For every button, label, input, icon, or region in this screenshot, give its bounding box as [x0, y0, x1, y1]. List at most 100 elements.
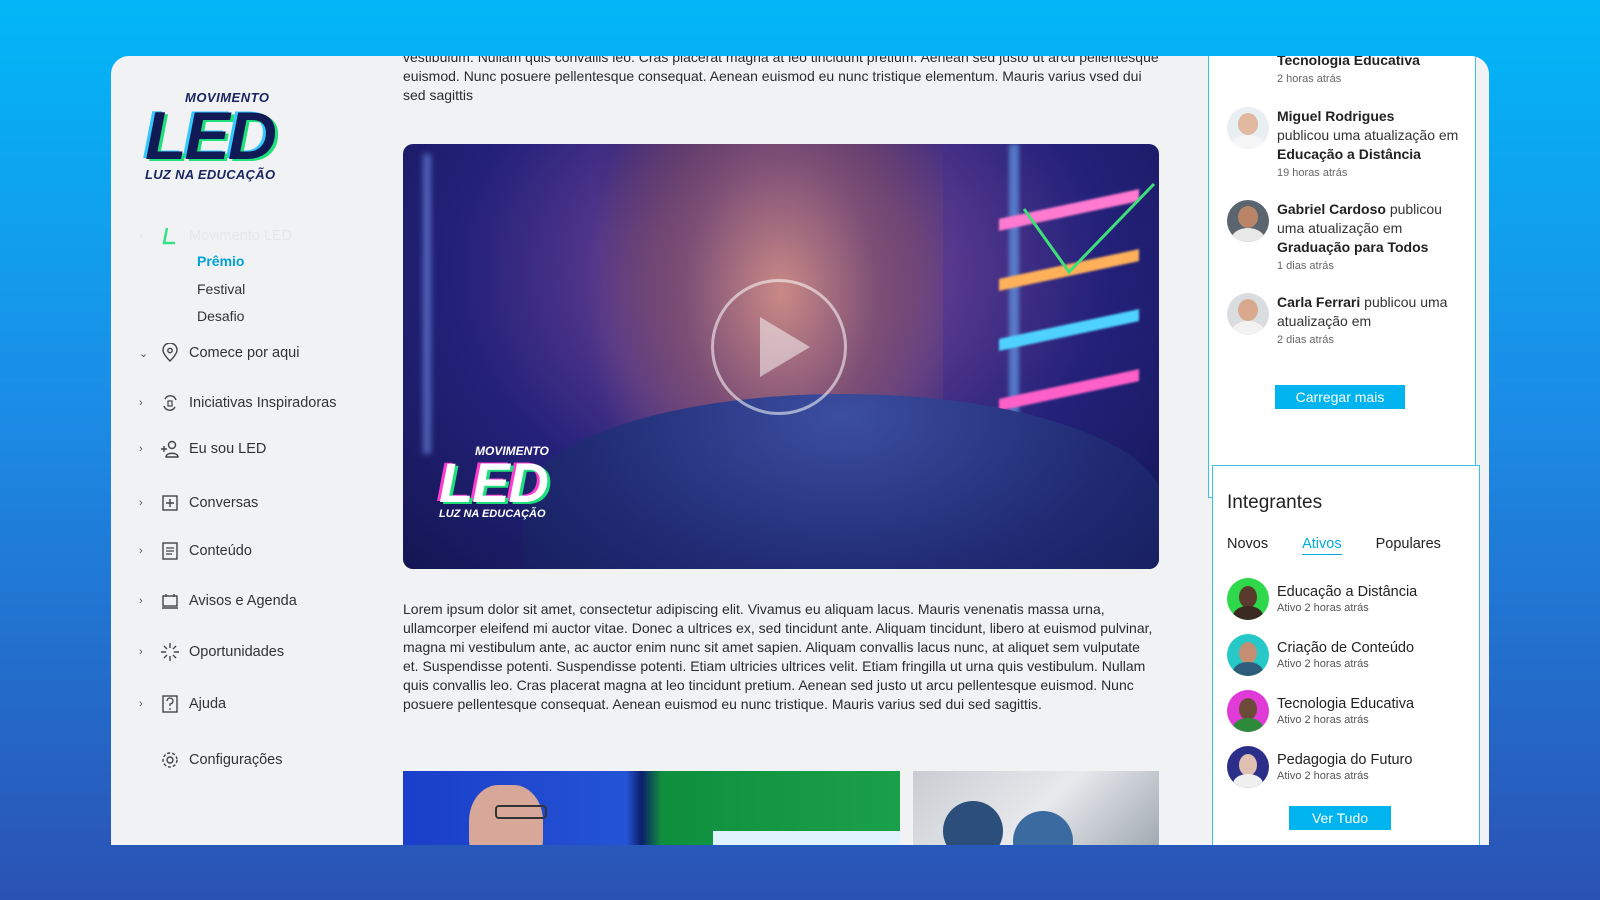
play-icon — [760, 317, 810, 377]
avatar[interactable] — [1227, 690, 1269, 732]
tab-novos[interactable]: Novos — [1227, 536, 1268, 555]
avatar[interactable] — [1227, 634, 1269, 676]
sidebar-item-label: Iniciativas Inspiradoras — [189, 395, 337, 411]
member-status: Ativo 2 horas atrás — [1277, 770, 1369, 782]
member-item[interactable]: Educação a Distância Ativo 2 horas atrás — [1227, 578, 1417, 620]
video-led-logo: MOVIMENTO LED LUZ NA EDUCAÇÃO — [439, 444, 549, 520]
members-title: Integrantes — [1227, 492, 1323, 513]
sidebar-item-avisos-agenda[interactable]: › Avisos e Agenda — [139, 589, 297, 613]
map-pin-icon — [159, 342, 181, 364]
video-logo-main: LED — [439, 451, 549, 514]
movimento-led-logo[interactable]: MOVIMENTO LED LUZ NA EDUCAÇÃO — [145, 90, 305, 182]
member-item[interactable]: Pedagogia do Futuro Ativo 2 horas atrás — [1227, 746, 1412, 788]
avatar[interactable] — [1227, 293, 1269, 335]
sidebar-item-conteudo[interactable]: › Conteúdo — [139, 539, 252, 563]
member-item[interactable]: Criação de Conteúdo Ativo 2 horas atrás — [1227, 634, 1414, 676]
feed-time: 1 dias atrás — [1277, 260, 1334, 272]
sidebar-subitem-premio[interactable]: Prêmio — [197, 253, 244, 269]
check-decoration-icon — [1022, 182, 1156, 275]
avatar[interactable] — [1227, 746, 1269, 788]
feed-item[interactable]: Miguel Rodrigues publicou uma atualizaçã… — [1227, 107, 1467, 179]
member-status: Ativo 2 horas atrás — [1277, 658, 1369, 670]
calendar-icon — [159, 590, 181, 612]
chevron-right-icon: › — [139, 545, 143, 557]
body-paragraph: Lorem ipsum dolor sit amet, consectetur … — [403, 601, 1153, 712]
sidebar-item-label: Ajuda — [189, 696, 227, 712]
led-logo-icon — [159, 225, 181, 247]
member-name: Criação de Conteúdo — [1277, 640, 1415, 656]
video-logo-bottom: LUZ NA EDUCAÇÃO — [439, 508, 546, 520]
member-name: Pedagogia do Futuro — [1277, 752, 1413, 768]
chevron-right-icon: › — [139, 443, 143, 455]
feed-item[interactable]: Tecnologia Educativa 2 horas atrás — [1227, 56, 1467, 93]
member-name: Educação a Distância — [1277, 584, 1418, 600]
chevron-right-icon: › — [139, 497, 143, 509]
feed-time: 2 horas atrás — [1277, 73, 1342, 85]
sidebar-item-ajuda[interactable]: › Ajuda — [139, 692, 226, 716]
chevron-right-icon: › — [139, 230, 143, 242]
sidebar-item-movimento-led[interactable]: › Movimento LED — [139, 224, 292, 248]
video-background — [423, 154, 431, 454]
sidebar: MOVIMENTO LED LUZ NA EDUCAÇÃO › Moviment… — [111, 56, 381, 845]
sidebar-item-comece-por-aqui[interactable]: ⌄ Comece por aqui — [139, 341, 299, 365]
load-more-button[interactable]: Carregar mais — [1275, 385, 1405, 409]
avatar[interactable] — [1227, 200, 1269, 242]
play-button[interactable] — [711, 279, 847, 415]
add-user-icon — [159, 438, 181, 460]
plus-box-icon — [159, 492, 181, 514]
members-tabs: Novos Ativos Populares — [1227, 536, 1475, 555]
sidebar-subitem-desafio[interactable]: Desafio — [197, 308, 244, 324]
logo-bottom-text: LUZ NA EDUCAÇÃO — [145, 167, 276, 182]
main-content: vestibulum. Nullam quis convallis leo. C… — [403, 56, 1159, 845]
document-icon — [159, 540, 181, 562]
sidebar-subitem-festival[interactable]: Festival — [197, 281, 245, 297]
sidebar-item-label: Movimento LED — [189, 228, 293, 244]
chevron-right-icon: › — [139, 698, 143, 710]
feed-place[interactable]: Educação a Distância — [1277, 146, 1421, 162]
feed-author[interactable]: Miguel Rodrigues — [1277, 108, 1394, 124]
chevron-down-icon: ⌄ — [139, 347, 149, 360]
see-all-button[interactable]: Ver Tudo — [1289, 806, 1391, 830]
sidebar-item-label: Avisos e Agenda — [189, 593, 297, 609]
sidebar-item-label: Conteúdo — [189, 543, 252, 559]
help-icon — [159, 693, 181, 715]
avatar[interactable] — [1227, 107, 1269, 149]
chevron-right-icon: › — [139, 397, 143, 409]
avatar[interactable] — [1227, 578, 1269, 620]
member-status: Ativo 2 horas atrás — [1277, 602, 1369, 614]
feed-item[interactable]: Carla Ferrari publicou uma atualização e… — [1227, 293, 1467, 346]
sidebar-item-label: Comece por aqui — [189, 345, 300, 361]
sidebar-item-iniciativas[interactable]: › Iniciativas Inspiradoras — [139, 391, 337, 415]
video-player[interactable]: MOVIMENTO LED LUZ NA EDUCAÇÃO — [403, 144, 1159, 569]
feed-place[interactable]: Graduação para Todos — [1277, 239, 1428, 255]
member-name: Tecnologia Educativa — [1277, 696, 1415, 712]
members-panel: Integrantes Novos Ativos Populares Educa… — [1212, 465, 1480, 845]
sidebar-item-configuracoes[interactable]: Configurações — [139, 748, 283, 772]
sidebar-item-oportunidades[interactable]: › Oportunidades — [139, 640, 284, 664]
feed-time: 19 horas atrás — [1277, 167, 1348, 179]
logo-main-text: LED — [145, 98, 277, 174]
sidebar-item-eu-sou-led[interactable]: › Eu sou LED — [139, 437, 266, 461]
chevron-right-icon: › — [139, 646, 143, 658]
feed-author[interactable]: Gabriel Cardoso — [1277, 201, 1386, 217]
gallery-image-students[interactable] — [913, 771, 1159, 845]
feed-place[interactable]: Tecnologia Educativa — [1277, 56, 1420, 68]
gallery-image-speaker[interactable] — [403, 771, 900, 845]
feed-time: 2 dias atrás — [1277, 334, 1334, 346]
sidebar-item-label: Configurações — [189, 752, 283, 768]
member-item[interactable]: Tecnologia Educativa Ativo 2 horas atrás — [1227, 690, 1414, 732]
tab-ativos[interactable]: Ativos — [1302, 536, 1342, 555]
tab-populares[interactable]: Populares — [1376, 536, 1441, 555]
activity-feed-panel: Tecnologia Educativa 2 horas atrás Migue… — [1208, 56, 1476, 498]
chevron-right-icon: › — [139, 595, 143, 607]
spark-icon — [159, 641, 181, 663]
cycle-icon — [159, 392, 181, 414]
sidebar-item-conversas[interactable]: › Conversas — [139, 491, 258, 515]
sidebar-item-label: Eu sou LED — [189, 441, 267, 457]
app-window: MOVIMENTO LED LUZ NA EDUCAÇÃO › Moviment… — [111, 56, 1489, 845]
intro-paragraph: vestibulum. Nullam quis convallis leo. C… — [403, 56, 1159, 103]
feed-item[interactable]: Gabriel Cardoso publicou uma atualização… — [1227, 200, 1467, 272]
feed-author[interactable]: Carla Ferrari — [1277, 294, 1360, 310]
feed-action: publicou uma atualização em — [1277, 127, 1459, 143]
member-status: Ativo 2 horas atrás — [1277, 714, 1369, 726]
